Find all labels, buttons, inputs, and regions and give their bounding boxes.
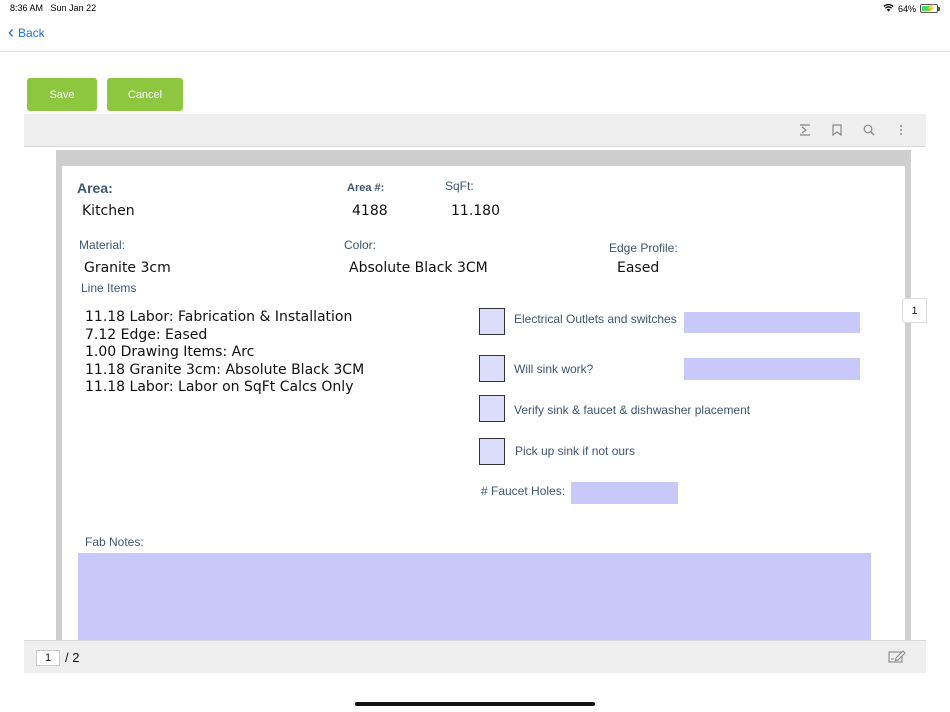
line-item: 11.18 Labor: Fabrication & Installation [85, 309, 353, 325]
sink-work-checkbox[interactable] [479, 355, 505, 382]
battery-icon: ⚡ [920, 4, 940, 13]
chevron-left-icon: ‹ [8, 22, 14, 42]
area-label: Area: [77, 180, 113, 196]
material-label: Material: [79, 238, 126, 252]
battery-percent: 64% [897, 3, 916, 14]
verify-placement-checkbox[interactable] [479, 395, 505, 422]
area-value: Kitchen [82, 203, 135, 219]
sink-work-field[interactable] [684, 358, 860, 380]
status-indicators: 64% ⚡ [883, 3, 940, 14]
nav-divider [0, 51, 950, 52]
annotate-icon[interactable] [888, 649, 906, 665]
sink-work-label: Will sink work? [514, 362, 594, 376]
search-icon[interactable] [861, 122, 877, 138]
back-label: Back [18, 26, 45, 40]
sqft-value: 11.180 [451, 203, 500, 219]
page-navigation-bar: 1 / 2 [24, 640, 926, 673]
charging-bolt-icon: ⚡ [926, 4, 936, 13]
status-time: 8:36 AM Sun Jan 22 [10, 3, 96, 13]
color-label: Color: [344, 238, 377, 252]
fab-notes-field[interactable] [78, 553, 871, 640]
cancel-button[interactable]: Cancel [107, 78, 183, 111]
viewer-toolbar [24, 114, 926, 147]
area-number-value: 4188 [352, 203, 388, 219]
page-number-input[interactable]: 1 [36, 650, 60, 666]
back-button[interactable]: ‹ Back [8, 22, 45, 42]
page-badge: 1 [902, 298, 927, 323]
line-item: 7.12 Edge: Eased [85, 326, 208, 343]
fab-notes-label: Fab Notes: [85, 535, 144, 549]
verify-placement-label: Verify sink & faucet & dishwasher placem… [514, 403, 751, 417]
edge-profile-value: Eased [617, 260, 660, 276]
outline-icon[interactable] [797, 122, 813, 138]
electrical-outlets-field[interactable] [684, 312, 860, 333]
color-value: Absolute Black 3CM [349, 260, 488, 276]
status-clock: 8:36 AM [10, 3, 44, 13]
electrical-outlets-checkbox[interactable] [479, 308, 505, 335]
line-item: 11.18 Granite 3cm: Absolute Black 3CM [85, 361, 365, 378]
line-items-list: 11.18 Labor: Fabrication & Installation … [85, 309, 364, 397]
more-vertical-icon[interactable] [893, 122, 909, 138]
line-items-label: Line Items [81, 281, 137, 295]
save-button[interactable]: Save [27, 78, 97, 111]
sqft-label: SqFt: [445, 179, 474, 193]
status-date: Sun Jan 22 [50, 3, 97, 13]
faucet-holes-label: # Faucet Holes: [481, 484, 566, 498]
bookmark-icon[interactable] [829, 122, 845, 138]
home-indicator [355, 702, 595, 706]
area-number-label: Area #: [347, 182, 385, 194]
wifi-icon [883, 3, 894, 14]
line-item: 11.18 Labor: Labor on SqFt Calcs Only [85, 379, 354, 395]
edge-profile-label: Edge Profile: [609, 241, 678, 255]
electrical-outlets-label: Electrical Outlets and switches [514, 312, 677, 326]
pick-up-sink-label: Pick up sink if not ours [515, 444, 636, 458]
pick-up-sink-checkbox[interactable] [479, 438, 505, 465]
line-item: 1.00 Drawing Items: Arc [85, 344, 255, 360]
material-value: Granite 3cm [84, 260, 171, 276]
faucet-holes-field[interactable] [571, 482, 678, 504]
page-total: / 2 [65, 650, 80, 665]
